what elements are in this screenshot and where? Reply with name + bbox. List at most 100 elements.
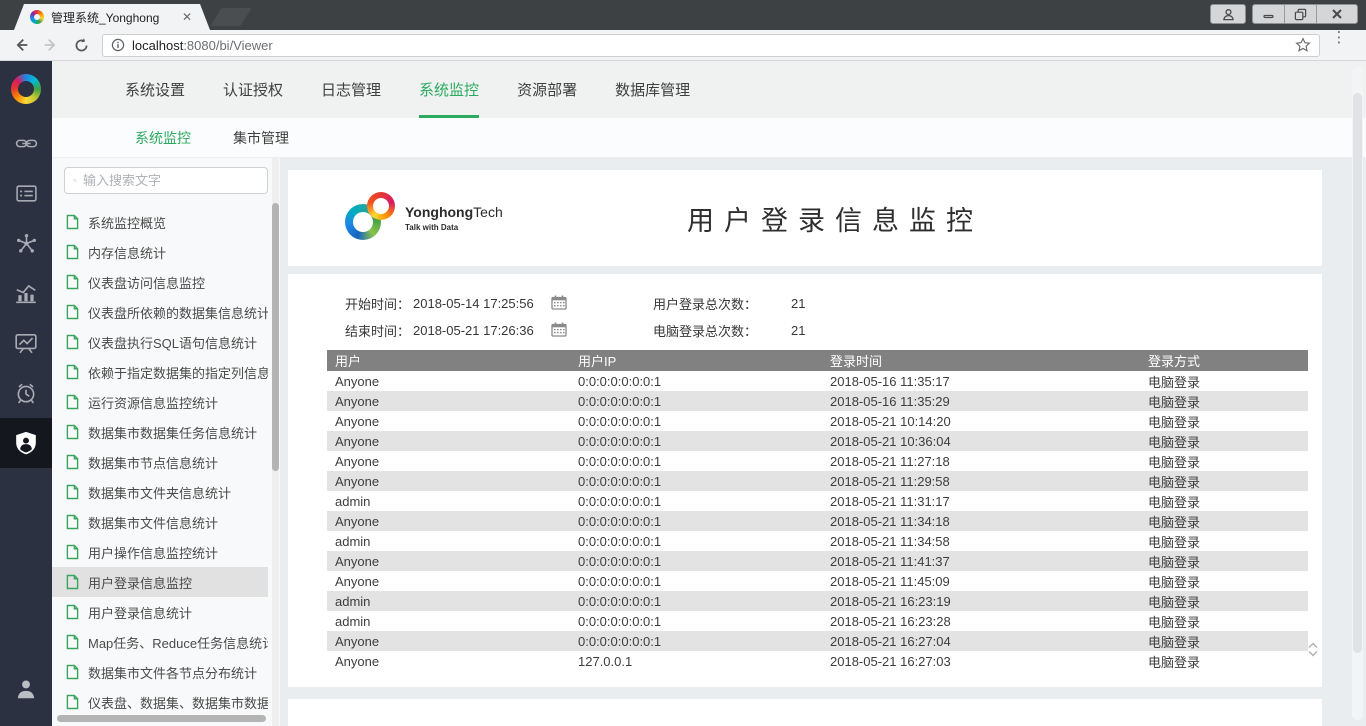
login-table-row[interactable]: Anyone 0:0:0:0:0:0:0:1 2018-05-16 11:35:… xyxy=(327,391,1308,411)
report-list-item[interactable]: 数据集市数据集任务信息统计 xyxy=(52,417,268,447)
page-scrollbar[interactable] xyxy=(1352,67,1363,720)
bookmark-star-icon[interactable] xyxy=(1295,37,1311,53)
cell-user: admin xyxy=(327,531,570,551)
next-section-card: 用户访问量趋势图 xyxy=(288,699,1322,726)
document-icon xyxy=(66,694,79,710)
login-table-row[interactable]: Anyone 127.0.0.1 2018-05-21 16:27:03 电脑登… xyxy=(327,651,1308,671)
report-list-item[interactable]: 用户操作信息监控统计 xyxy=(52,537,268,567)
report-list-item[interactable]: 用户登录信息统计 xyxy=(52,597,268,627)
cell-user: admin xyxy=(327,591,570,611)
url-bar[interactable]: localhost:8080/bi/Viewer xyxy=(102,34,1320,57)
panel-vertical-scrollbar[interactable] xyxy=(272,158,279,726)
new-tab-button[interactable] xyxy=(210,8,251,26)
report-list-item[interactable]: 系统监控概览 xyxy=(52,207,268,237)
report-list-item[interactable]: 数据集市文件夹信息统计 xyxy=(52,477,268,507)
browser-tab[interactable]: 管理系统_Yonghong ✕ xyxy=(14,4,210,30)
login-table-row[interactable]: Anyone 0:0:0:0:0:0:0:1 2018-05-21 11:45:… xyxy=(327,571,1308,591)
end-time-value[interactable]: 2018-05-21 17:26:36 xyxy=(413,323,551,338)
cell-ip: 0:0:0:0:0:0:0:1 xyxy=(570,431,822,451)
reload-button[interactable] xyxy=(68,32,94,58)
main-nav-tab[interactable]: 系统监控 xyxy=(419,61,479,118)
cell-time: 2018-05-21 10:14:20 xyxy=(822,411,1140,431)
cell-mode: 电脑登录 xyxy=(1140,391,1308,411)
report-list-item[interactable]: 运行资源信息监控统计 xyxy=(52,387,268,417)
login-table-row[interactable]: Anyone 0:0:0:0:0:0:0:1 2018-05-21 11:27:… xyxy=(327,451,1308,471)
panel-horizontal-scrollbar[interactable] xyxy=(57,715,266,722)
close-window-button[interactable] xyxy=(1317,5,1357,23)
column-header-time[interactable]: 登录时间 xyxy=(822,350,1140,371)
login-table-row[interactable]: admin 0:0:0:0:0:0:0:1 2018-05-21 16:23:1… xyxy=(327,591,1308,611)
login-table-row[interactable]: Anyone 0:0:0:0:0:0:0:1 2018-05-21 11:41:… xyxy=(327,551,1308,571)
rail-item-statistics[interactable] xyxy=(0,268,52,318)
login-table-row[interactable]: admin 0:0:0:0:0:0:0:1 2018-05-21 11:34:5… xyxy=(327,531,1308,551)
main-nav-tab[interactable]: 认证授权 xyxy=(223,61,283,118)
bar-chart-icon xyxy=(14,281,38,305)
forward-button[interactable] xyxy=(38,32,64,58)
page-info-icon[interactable] xyxy=(111,38,125,52)
report-title: 用户登录信息监控 xyxy=(288,199,1322,238)
cell-ip: 0:0:0:0:0:0:0:1 xyxy=(570,451,822,471)
minimize-button[interactable] xyxy=(1253,5,1285,23)
link-icon xyxy=(15,132,38,155)
rail-item-system-monitor[interactable] xyxy=(0,418,52,468)
column-header-mode[interactable]: 登录方式 xyxy=(1140,350,1308,371)
report-list-item[interactable]: 仪表盘执行SQL语句信息统计 xyxy=(52,327,268,357)
restore-button[interactable] xyxy=(1285,5,1317,23)
sub-nav-tab[interactable]: 集市管理 xyxy=(233,128,289,148)
profile-button[interactable] xyxy=(1210,4,1246,24)
report-list-item[interactable]: 数据集市节点信息统计 xyxy=(52,447,268,477)
report-body-card: 开始时间： 2018-05-14 17:25:56 用户登录总次数： 21 结束… xyxy=(288,274,1322,687)
cell-time: 2018-05-21 11:45:09 xyxy=(822,571,1140,591)
rail-item-schedule[interactable] xyxy=(0,368,52,418)
table-scroll-spinner[interactable] xyxy=(1306,642,1320,657)
report-list-item[interactable]: 依赖于指定数据集的指定列信息统 xyxy=(52,357,268,387)
report-list-item[interactable]: 仪表盘、数据集、数据集市数据集 xyxy=(52,687,268,717)
browser-menu-button[interactable]: ⋮ xyxy=(1330,28,1348,63)
main-nav-tab[interactable]: 资源部署 xyxy=(517,61,577,118)
rail-item-dataset[interactable] xyxy=(0,168,52,218)
search-input[interactable] xyxy=(83,173,259,188)
column-header-ip[interactable]: 用户IP xyxy=(570,350,822,371)
column-header-user[interactable]: 用户 xyxy=(327,350,570,371)
calendar-icon xyxy=(551,322,567,337)
rail-item-user-account[interactable] xyxy=(0,664,52,714)
login-table-row[interactable]: admin 0:0:0:0:0:0:0:1 2018-05-21 16:23:2… xyxy=(327,611,1308,631)
login-table-row[interactable]: admin 0:0:0:0:0:0:0:1 2018-05-21 11:31:1… xyxy=(327,491,1308,511)
main-nav-tab[interactable]: 系统设置 xyxy=(125,61,185,118)
report-list-item[interactable]: 数据集市文件各节点分布统计 xyxy=(52,657,268,687)
search-icon xyxy=(73,173,77,188)
back-button[interactable] xyxy=(8,32,34,58)
login-table-row[interactable]: Anyone 0:0:0:0:0:0:0:1 2018-05-16 11:35:… xyxy=(327,371,1308,391)
login-table-row[interactable]: Anyone 0:0:0:0:0:0:0:1 2018-05-21 11:34:… xyxy=(327,511,1308,531)
report-list-item[interactable]: Map任务、Reduce任务信息统计 xyxy=(52,627,268,657)
rail-item-connection[interactable] xyxy=(0,118,52,168)
login-table-row[interactable]: Anyone 0:0:0:0:0:0:0:1 2018-05-21 16:27:… xyxy=(327,631,1308,651)
sub-nav-tab[interactable]: 系统监控 xyxy=(135,128,191,148)
main-nav: 系统设置认证授权日志管理系统监控资源部署数据库管理 xyxy=(52,61,1366,118)
panel-vscroll-thumb[interactable] xyxy=(272,203,279,471)
shield-user-icon xyxy=(14,431,38,455)
login-table-row[interactable]: Anyone 0:0:0:0:0:0:0:1 2018-05-21 11:29:… xyxy=(327,471,1308,491)
search-box[interactable] xyxy=(64,167,268,194)
user-login-total-value: 21 xyxy=(791,296,851,311)
cell-mode: 电脑登录 xyxy=(1140,591,1308,611)
main-nav-tab[interactable]: 数据库管理 xyxy=(615,61,690,118)
minimize-icon xyxy=(1263,8,1275,20)
report-list-item[interactable]: 用户登录信息监控 xyxy=(52,567,268,597)
page-scrollbar-thumb[interactable] xyxy=(1353,93,1362,653)
panel-hscroll-thumb[interactable] xyxy=(57,715,266,722)
tab-close-icon[interactable]: ✕ xyxy=(182,10,192,24)
report-list-item[interactable]: 仪表盘所依赖的数据集信息统计 xyxy=(52,297,268,327)
start-time-label: 开始时间： xyxy=(345,294,413,313)
login-table-row[interactable]: Anyone 0:0:0:0:0:0:0:1 2018-05-21 10:14:… xyxy=(327,411,1308,431)
start-time-value[interactable]: 2018-05-14 17:25:56 xyxy=(413,296,551,311)
login-table-row[interactable]: Anyone 0:0:0:0:0:0:0:1 2018-05-21 10:36:… xyxy=(327,431,1308,451)
end-date-picker-button[interactable] xyxy=(551,322,567,340)
main-nav-tab[interactable]: 日志管理 xyxy=(321,61,381,118)
rail-item-network[interactable] xyxy=(0,218,52,268)
report-list-item[interactable]: 内存信息统计 xyxy=(52,237,268,267)
rail-item-dashboard[interactable] xyxy=(0,318,52,368)
start-date-picker-button[interactable] xyxy=(551,295,567,313)
report-list-item[interactable]: 仪表盘访问信息监控 xyxy=(52,267,268,297)
report-list-item[interactable]: 数据集市文件信息统计 xyxy=(52,507,268,537)
